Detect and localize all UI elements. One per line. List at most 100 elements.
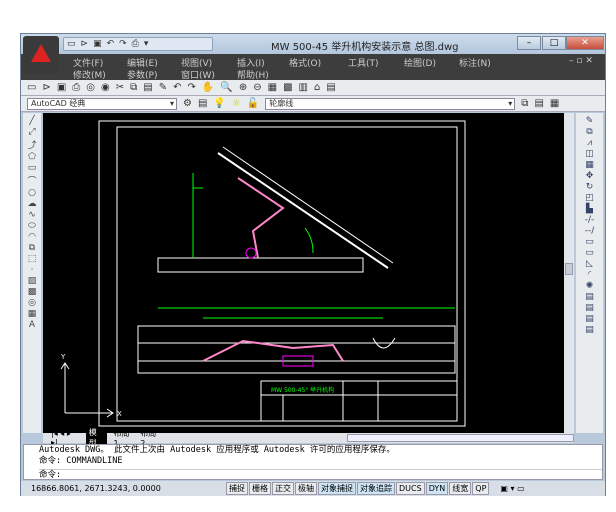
mirror-icon[interactable]: ⩘ <box>587 138 592 148</box>
join-icon[interactable]: ▭ <box>585 248 594 258</box>
grid-toggle[interactable]: 栅格 <box>249 482 271 495</box>
make-current-layer-icon[interactable]: ⧉ <box>521 98 528 109</box>
polar-toggle[interactable]: 极轴 <box>295 482 317 495</box>
fillet-icon[interactable]: ◜ <box>588 270 592 280</box>
command-input[interactable]: 命令: <box>39 469 602 481</box>
hatch-icon[interactable]: ▨ <box>28 276 37 286</box>
scale-icon[interactable]: ◰ <box>585 193 594 203</box>
save-icon[interactable]: ▣ <box>93 39 102 49</box>
explode-icon[interactable]: ✺ <box>586 281 594 291</box>
break-icon[interactable]: ▭ <box>585 237 594 247</box>
plot-icon[interactable]: ⎙ <box>72 82 80 93</box>
qp-toggle[interactable]: QP <box>472 482 490 495</box>
redo-icon[interactable]: ↷ <box>119 39 127 49</box>
insert-block-icon[interactable]: ⧉ <box>29 243 35 253</box>
workspace-value: AutoCAD 经典 <box>31 98 86 108</box>
layer-tool-icon[interactable]: ▤ <box>585 325 594 335</box>
otrack-toggle[interactable]: 对象追踪 <box>357 482 395 495</box>
save-icon[interactable]: ▣ <box>57 82 66 93</box>
copy-icon[interactable]: ⧉ <box>130 82 137 93</box>
extend-icon[interactable]: --/ <box>585 226 595 236</box>
layer-select[interactable]: 轮廓线 ▾ <box>265 97 516 110</box>
new-icon[interactable]: ▭ <box>27 82 36 93</box>
lineweight-toggle[interactable]: 线宽 <box>449 482 472 495</box>
design-center-icon[interactable]: ▩ <box>283 82 292 93</box>
tray-settings-icon[interactable]: ▣ ▾ ▭ <box>500 484 524 493</box>
move-icon[interactable]: ✥ <box>586 171 594 181</box>
horizontal-scrollbar[interactable] <box>347 434 575 442</box>
doc-window-controls[interactable]: – ▫ ✕ <box>569 56 593 66</box>
polygon-icon[interactable]: ⬠ <box>28 152 36 162</box>
offset-icon[interactable]: ◫ <box>585 149 594 159</box>
gradient-icon[interactable]: ▩ <box>28 287 37 297</box>
line-icon[interactable]: ╱ <box>29 116 34 126</box>
zoom-previous-icon[interactable]: ⊖ <box>253 82 261 93</box>
vertical-scrollbar[interactable] <box>564 113 574 433</box>
mtext-icon[interactable]: A <box>29 320 35 330</box>
tool-palette-icon[interactable]: ▥ <box>299 82 308 93</box>
snap-toggle[interactable]: 捕捉 <box>226 482 248 495</box>
new-icon[interactable]: ▭ <box>67 39 76 49</box>
construction-line-icon[interactable]: ⤢ <box>28 127 35 137</box>
workspace-select[interactable]: AutoCAD 经典 ▾ <box>27 97 177 110</box>
paste-icon[interactable]: ▤ <box>143 82 152 93</box>
circle-icon[interactable]: ○ <box>28 188 36 198</box>
command-window[interactable]: Autodesk DWG。 此文件上次由 Autodesk 应用程序或 Auto… <box>23 444 603 480</box>
erase-icon[interactable]: ✎ <box>586 116 594 126</box>
osnap-toggle[interactable]: 对象捕捉 <box>318 482 356 495</box>
layer-tool-icon[interactable]: ▤ <box>585 303 594 313</box>
open-icon[interactable]: ⊳ <box>81 39 89 49</box>
maximize-button[interactable]: □ <box>542 36 566 50</box>
zoom-window-icon[interactable]: ⊕ <box>239 82 247 93</box>
rectangle-icon[interactable]: ▭ <box>28 163 37 173</box>
pan-icon[interactable]: ✋ <box>202 82 214 93</box>
zoom-icon[interactable]: 🔍 <box>220 82 232 93</box>
undo-icon[interactable]: ↶ <box>107 39 115 49</box>
calculator-icon[interactable]: ▤ <box>326 82 335 93</box>
rotate-icon[interactable]: ↻ <box>586 182 594 192</box>
preview-icon[interactable]: ◎ <box>86 82 95 93</box>
region-icon[interactable]: ◎ <box>28 298 36 308</box>
ellipse-icon[interactable]: ⬭ <box>28 221 36 231</box>
menu-tools[interactable]: 工具(T) <box>348 56 379 69</box>
open-icon[interactable]: ⊳ <box>42 82 50 93</box>
redo-icon[interactable]: ↷ <box>188 82 196 93</box>
chevron-down-icon[interactable]: ▾ <box>144 39 149 49</box>
menu-draw[interactable]: 绘图(D) <box>404 56 436 69</box>
match-icon[interactable]: ✎ <box>159 82 167 93</box>
layer-states-icon[interactable]: ▦ <box>550 98 559 109</box>
stretch-icon[interactable]: ▙ <box>586 204 593 214</box>
trim-icon[interactable]: -/- <box>585 215 595 225</box>
undo-icon[interactable]: ↶ <box>173 82 181 93</box>
layer-manager-icon[interactable]: ▤ <box>198 98 207 109</box>
publish-icon[interactable]: ◉ <box>101 82 110 93</box>
ortho-toggle[interactable]: 正交 <box>272 482 294 495</box>
ducs-toggle[interactable]: DUCS <box>396 482 425 495</box>
application-menu-button[interactable] <box>23 36 59 74</box>
cut-icon[interactable]: ✂ <box>116 82 124 93</box>
arc-icon[interactable]: ⌒ <box>27 174 36 187</box>
workspace-settings-icon[interactable]: ⚙ <box>183 98 192 109</box>
layer-tool-icon[interactable]: ▤ <box>585 292 594 302</box>
close-button[interactable]: ✕ <box>566 36 604 50</box>
layer-tool-icon[interactable]: ▤ <box>585 314 594 324</box>
polyline-icon[interactable]: ⤴ <box>27 138 36 151</box>
markup-icon[interactable]: ⌂ <box>314 82 320 93</box>
table-icon[interactable]: ▦ <box>28 309 37 319</box>
menu-dimension[interactable]: 标注(N) <box>459 56 491 69</box>
spline-icon[interactable]: ∿ <box>28 210 36 220</box>
make-block-icon[interactable]: ⬚ <box>28 254 37 264</box>
chamfer-icon[interactable]: ◺ <box>586 259 593 269</box>
ellipse-arc-icon[interactable]: ◠ <box>28 232 36 242</box>
array-icon[interactable]: ▦ <box>585 160 594 170</box>
menu-format[interactable]: 格式(O) <box>289 56 321 69</box>
layer-previous-icon[interactable]: ▤ <box>534 98 543 109</box>
point-icon[interactable]: · <box>31 265 34 275</box>
minimize-button[interactable]: – <box>517 36 541 50</box>
properties-icon[interactable]: ▦ <box>268 82 277 93</box>
revcloud-icon[interactable]: ☁ <box>28 199 37 209</box>
dyn-toggle[interactable]: DYN <box>425 482 449 495</box>
drawing-canvas[interactable]: MW 500-45° 举升机构 Y X <box>43 113 574 433</box>
copy-icon[interactable]: ⧉ <box>586 127 592 137</box>
plot-icon[interactable]: ⎙ <box>132 39 139 49</box>
